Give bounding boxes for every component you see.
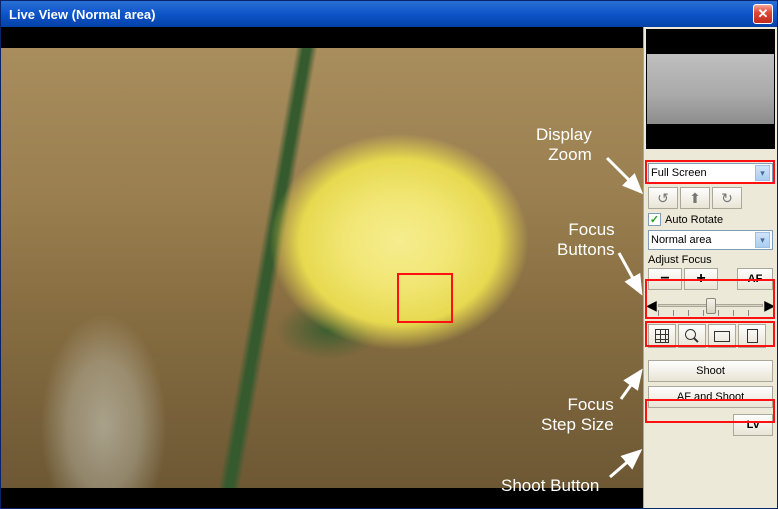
area-select-row: Normal area ▾ [644, 228, 777, 252]
grid-overlay-button[interactable] [648, 324, 676, 348]
rotate-buttons-row: ↺ ⬆ ↻ [644, 185, 777, 211]
shoot-button[interactable]: Shoot [648, 360, 773, 382]
chevron-down-icon: ▾ [755, 232, 770, 248]
slider-thumb[interactable] [706, 298, 716, 314]
portrait-frame-button[interactable] [738, 324, 766, 348]
focus-plus-button[interactable]: + [684, 268, 718, 290]
close-icon: ✕ [758, 6, 769, 22]
thumbnail-preview [646, 29, 775, 149]
af-button[interactable]: AF [737, 268, 773, 290]
display-zoom-value: Full Screen [651, 167, 707, 179]
slider-left-arrow-icon[interactable]: ◀ [646, 297, 657, 314]
thumbnail-image [647, 54, 774, 124]
slider-right-arrow-icon[interactable]: ▶ [764, 297, 775, 314]
af-and-shoot-button[interactable]: AF and Shoot [648, 386, 773, 408]
arrow-up-icon: ⬆ [689, 190, 701, 207]
auto-rotate-checkbox[interactable]: ✓ [648, 213, 661, 226]
lv-row: Lv [644, 410, 777, 440]
auto-rotate-label: Auto Rotate [665, 214, 723, 226]
display-zoom-select[interactable]: Full Screen ▾ [648, 163, 773, 183]
focus-minus-button[interactable]: − [648, 268, 682, 290]
focus-adjust-row: − + AF [644, 266, 777, 292]
titlebar: Live View (Normal area) ✕ [1, 1, 777, 27]
adjust-focus-label: Adjust Focus [644, 252, 777, 266]
controls-sidebar: Full Screen ▾ ↺ ⬆ ↻ ✓ Auto Rotate Normal… [643, 27, 777, 508]
rotate-ccw-button[interactable]: ↺ [648, 187, 678, 209]
rotate-up-button[interactable]: ⬆ [680, 187, 710, 209]
zoom-tool-button[interactable] [678, 324, 706, 348]
rotate-ccw-icon: ↺ [657, 190, 669, 207]
focus-step-slider[interactable]: ◀ ▶ [648, 296, 773, 318]
landscape-rect-icon [714, 331, 730, 342]
magnifier-icon [685, 329, 699, 343]
live-view-window: Live View (Normal area) ✕ Display Zoom F… [0, 0, 778, 509]
rotate-cw-icon: ↻ [721, 190, 733, 207]
grid-icon [655, 329, 669, 343]
zoom-select-row: Full Screen ▾ [644, 161, 777, 185]
area-select[interactable]: Normal area ▾ [648, 230, 773, 250]
window-title: Live View (Normal area) [9, 7, 155, 22]
focus-step-slider-wrap: ◀ ▶ [644, 292, 777, 320]
chevron-down-icon: ▾ [755, 165, 770, 181]
focus-region-box[interactable] [397, 273, 453, 323]
lv-button[interactable]: Lv [733, 414, 773, 436]
landscape-frame-button[interactable] [708, 324, 736, 348]
preview-image [1, 48, 643, 488]
close-button[interactable]: ✕ [753, 4, 773, 24]
rotate-cw-button[interactable]: ↻ [712, 187, 742, 209]
portrait-rect-icon [747, 329, 758, 343]
auto-rotate-row: ✓ Auto Rotate [644, 211, 777, 228]
window-body: Display Zoom Focus Buttons Focus Step Si… [1, 27, 777, 508]
area-select-value: Normal area [651, 234, 712, 246]
live-preview-area: Display Zoom Focus Buttons Focus Step Si… [1, 27, 643, 508]
overlay-buttons-row [644, 320, 777, 352]
